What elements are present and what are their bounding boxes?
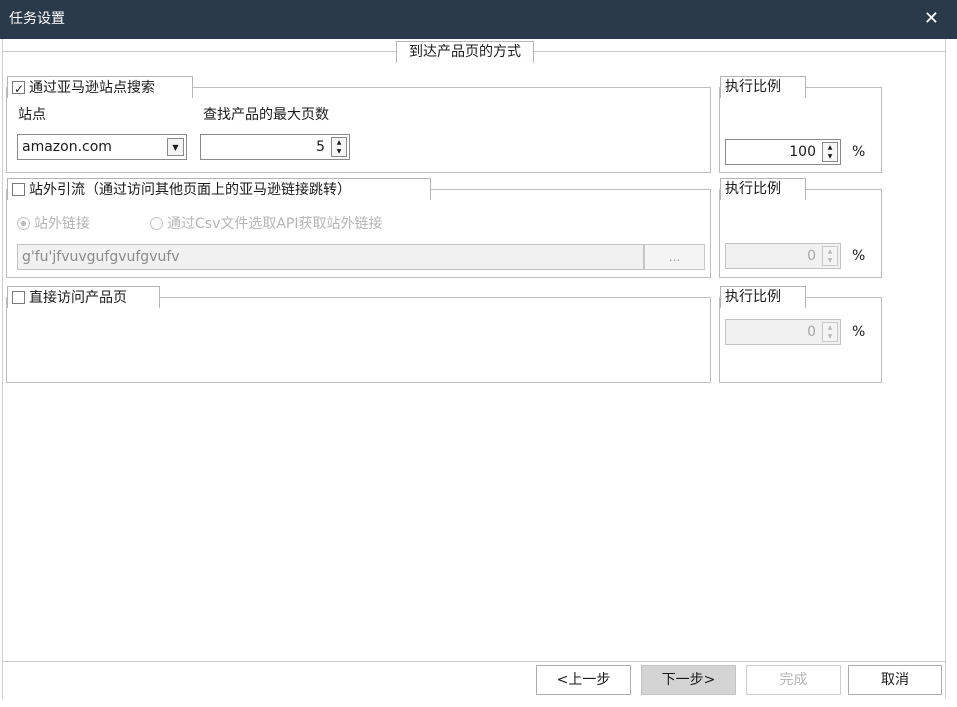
spin-arrows-icon[interactable]: ▲ ▼	[331, 137, 347, 157]
external-ratio-stepper[interactable]: 0 ▲ ▼	[725, 243, 841, 269]
direct-ratio-title: 执行比例	[720, 286, 806, 308]
direct-ratio-stepper[interactable]: 0 ▲ ▼	[725, 319, 841, 345]
external-link-value: g'fu'jfvuvgufgvufgvufv	[22, 249, 180, 265]
close-icon[interactable]: ✕	[924, 9, 939, 29]
external-traffic-option[interactable]: 站外引流（通过访问其他页面上的亚马逊链接跳转）	[7, 178, 431, 200]
max-pages-value: 5	[316, 139, 325, 155]
title-bar	[0, 0, 957, 39]
footer-divider	[3, 661, 946, 662]
radio-external-link[interactable]: 站外链接	[17, 213, 90, 233]
finish-button[interactable]: 完成	[746, 665, 841, 695]
site-select[interactable]: amazon.com ▼	[17, 134, 187, 160]
external-ratio-unit: %	[852, 248, 866, 264]
spin-arrows-icon[interactable]: ▲ ▼	[822, 322, 838, 342]
amazon-search-label: 通过亚马逊站点搜索	[29, 79, 155, 96]
direct-visit-option[interactable]: 直接访问产品页	[7, 286, 160, 308]
spin-arrows-icon[interactable]: ▲ ▼	[822, 142, 838, 162]
radio-csv-api-dot[interactable]	[150, 216, 163, 230]
site-select-value: amazon.com	[22, 139, 112, 155]
amazon-search-checkbox[interactable]	[12, 79, 25, 99]
radio-csv-api-label: 通过Csv文件选取API获取站外链接	[167, 216, 383, 232]
chevron-down-icon[interactable]: ▼	[167, 138, 184, 156]
prev-button[interactable]: <上一步	[536, 665, 631, 695]
amazon-search-group	[6, 87, 711, 173]
external-ratio-title: 执行比例	[720, 178, 806, 200]
next-button[interactable]: 下一步>	[641, 665, 736, 695]
amazon-ratio-value: 100	[789, 144, 816, 160]
window-title: 任务设置	[9, 11, 65, 27]
amazon-search-option[interactable]: 通过亚马逊站点搜索	[7, 76, 193, 99]
site-label: 站点	[18, 107, 46, 123]
external-traffic-label: 站外引流（通过访问其他页面上的亚马逊链接跳转）	[29, 181, 351, 198]
browse-button[interactable]: ...	[644, 244, 705, 270]
external-link-input[interactable]: g'fu'jfvuvgufgvufgvufv	[17, 244, 644, 270]
max-pages-stepper[interactable]: 5 ▲ ▼	[200, 134, 350, 160]
amazon-ratio-unit: %	[852, 144, 866, 160]
amazon-ratio-title: 执行比例	[720, 76, 806, 98]
amazon-ratio-stepper[interactable]: 100 ▲ ▼	[725, 139, 841, 165]
radio-csv-api[interactable]: 通过Csv文件选取API获取站外链接	[150, 213, 383, 233]
direct-visit-group	[6, 297, 711, 383]
direct-ratio-value: 0	[807, 324, 816, 340]
direct-visit-label: 直接访问产品页	[29, 289, 127, 306]
direct-visit-checkbox[interactable]	[12, 291, 25, 304]
external-traffic-checkbox[interactable]	[12, 183, 25, 196]
max-pages-label: 查找产品的最大页数	[203, 107, 329, 123]
spin-arrows-icon[interactable]: ▲ ▼	[822, 246, 838, 266]
external-ratio-value: 0	[807, 248, 816, 264]
radio-external-link-dot[interactable]	[17, 216, 30, 230]
section-title: 到达产品页的方式	[396, 41, 534, 63]
radio-external-link-label: 站外链接	[34, 216, 90, 232]
direct-ratio-unit: %	[852, 324, 866, 340]
cancel-button[interactable]: 取消	[848, 665, 942, 695]
